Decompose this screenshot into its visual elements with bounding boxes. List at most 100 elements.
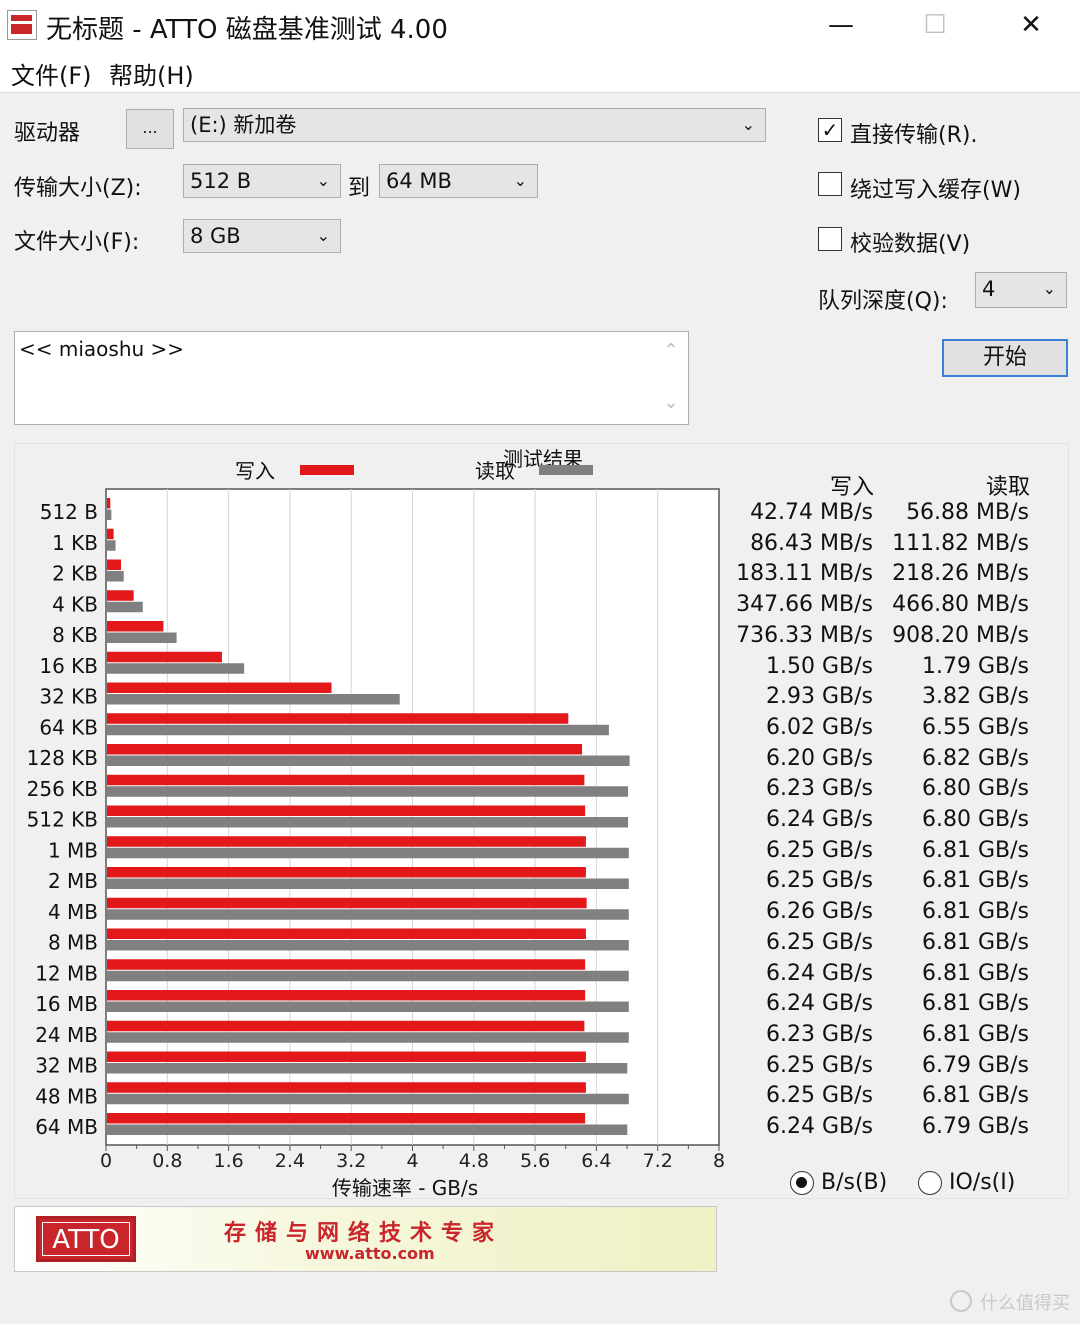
- watermark-text: 什么值得买: [980, 1293, 1070, 1314]
- x-tick-label: 0.8: [152, 1150, 182, 1172]
- drive-label: 驱动器: [14, 121, 81, 146]
- x-tick-label: 1.6: [213, 1150, 243, 1172]
- read-bar: [107, 509, 112, 520]
- read-result-value: 6.81 GB/s: [922, 899, 1029, 925]
- read-result-value: 111.82 MB/s: [892, 530, 1029, 556]
- file-size-select[interactable]: 8 GB ⌄: [183, 219, 341, 253]
- write-result-value: 6.24 GB/s: [766, 960, 873, 986]
- transfer-to-select[interactable]: 64 MB ⌄: [379, 164, 538, 198]
- write-result-value: 6.23 GB/s: [766, 776, 873, 802]
- legend-swatch: [300, 465, 354, 475]
- chevron-down-icon: ⌄: [316, 171, 330, 190]
- direct-io-checkbox[interactable]: ✓: [818, 118, 842, 142]
- read-bar: [107, 970, 629, 982]
- x-tick-label: 0: [100, 1150, 112, 1172]
- radio-dot: [796, 1177, 807, 1188]
- chevron-down-icon: ⌄: [1042, 279, 1056, 298]
- close-button[interactable]: ✕: [986, 0, 1076, 50]
- x-tick-label: 6.4: [581, 1150, 611, 1172]
- read-bar: [107, 632, 177, 643]
- x-tick-label: 4: [406, 1150, 418, 1172]
- banner-slogan: 存储与网络技术专家: [224, 1220, 504, 1246]
- y-category-label: 16 MB: [35, 992, 98, 1016]
- x-tick-label: 3.2: [336, 1150, 366, 1172]
- window-title: 无标题 - ATTO 磁盘基准测试 4.00: [46, 15, 448, 45]
- y-category-label: 256 KB: [27, 777, 98, 801]
- y-category-label: 8 KB: [52, 623, 98, 647]
- bytes-radio[interactable]: [790, 1171, 814, 1195]
- read-bar: [107, 755, 630, 766]
- read-result-value: 6.79 GB/s: [922, 1114, 1029, 1139]
- write-result-value: 6.24 GB/s: [766, 1114, 873, 1139]
- write-result-value: 6.20 GB/s: [766, 745, 873, 771]
- read-result-value: 6.82 GB/s: [922, 745, 1029, 771]
- banner-url[interactable]: www.atto.com: [305, 1244, 435, 1263]
- y-category-label: 4 KB: [52, 592, 98, 616]
- write-bar: [107, 897, 587, 909]
- atto-banner[interactable]: ATTO 存储与网络技术专家 www.atto.com: [14, 1206, 717, 1272]
- read-bar: [107, 786, 629, 797]
- queue-depth-value: 4: [982, 277, 996, 301]
- scroll-up-icon[interactable]: ⌃: [654, 340, 688, 361]
- write-bar: [107, 867, 586, 878]
- transfer-to-value: 64 MB: [386, 169, 452, 193]
- read-result-value: 6.81 GB/s: [922, 837, 1029, 863]
- read-result-value: 908.20 MB/s: [892, 622, 1029, 648]
- write-bar: [107, 990, 586, 1001]
- write-result-value: 6.24 GB/s: [766, 807, 873, 832]
- y-category-label: 24 MB: [35, 1023, 98, 1047]
- title-bar: 无标题 - ATTO 磁盘基准测试 4.00 — ☐ ✕: [0, 0, 1080, 50]
- description-scrollbar[interactable]: ⌃ ⌄: [654, 332, 688, 424]
- drive-select[interactable]: (E:) 新加卷 ⌄: [183, 108, 766, 142]
- description-textbox[interactable]: << miaoshu >> ⌃ ⌄: [14, 331, 689, 425]
- menu-help[interactable]: 帮助(H): [109, 56, 194, 91]
- verify-data-checkbox[interactable]: [818, 227, 842, 251]
- io-radio[interactable]: [918, 1171, 942, 1195]
- y-category-label: 12 MB: [35, 961, 98, 985]
- minimize-button[interactable]: —: [796, 0, 886, 50]
- write-bar: [107, 1113, 586, 1124]
- start-button[interactable]: 开始: [942, 339, 1068, 377]
- y-category-label: 8 MB: [48, 931, 98, 955]
- write-result-value: 2.93 GB/s: [766, 684, 873, 710]
- read-result-value: 6.55 GB/s: [922, 714, 1029, 740]
- queue-depth-select[interactable]: 4 ⌄: [975, 272, 1067, 308]
- read-bar: [107, 1001, 629, 1012]
- scroll-down-icon[interactable]: ⌄: [654, 392, 688, 413]
- menu-file[interactable]: 文件(F): [11, 56, 92, 91]
- read-result-value: 6.80 GB/s: [922, 807, 1029, 832]
- queue-depth-label: 队列深度(Q):: [818, 289, 948, 314]
- y-category-label: 64 KB: [39, 715, 98, 739]
- read-result-value: 6.81 GB/s: [922, 1083, 1029, 1109]
- write-bar: [107, 528, 114, 540]
- y-category-label: 2 KB: [52, 562, 98, 586]
- maximize-button[interactable]: ☐: [890, 0, 980, 50]
- write-bar: [107, 774, 585, 786]
- write-result-value: 6.25 GB/s: [766, 868, 873, 894]
- write-bar: [107, 559, 122, 570]
- browse-button[interactable]: ...: [126, 109, 174, 149]
- read-result-value: 6.81 GB/s: [922, 929, 1029, 955]
- read-result-value: 466.80 MB/s: [892, 592, 1029, 618]
- transfer-from-select[interactable]: 512 B ⌄: [183, 164, 341, 198]
- write-bar: [107, 682, 332, 693]
- write-result-value: 6.24 GB/s: [766, 991, 873, 1017]
- write-bar: [107, 805, 586, 816]
- chevron-down-icon: ⌄: [513, 171, 527, 190]
- description-text: << miaoshu >>: [19, 337, 185, 361]
- read-bar: [107, 1124, 628, 1135]
- bypass-cache-checkbox[interactable]: [818, 172, 842, 196]
- y-category-label: 32 MB: [35, 1054, 98, 1078]
- io-radio-label: IO/s(I): [949, 1170, 1016, 1195]
- x-tick-label: 8: [713, 1150, 725, 1172]
- results-chart: 0 0.8 1.6 2.4 3.2 4 4.8 5.6 6.4 7.2 8测试结果传输速率 - GB…: [27, 447, 725, 1200]
- y-category-label: 512 B: [40, 500, 98, 524]
- write-result-value: 183.11 MB/s: [736, 561, 873, 587]
- read-column-header: 读取: [986, 475, 1031, 500]
- write-bar: [107, 1082, 586, 1093]
- read-result-value: 6.81 GB/s: [922, 868, 1029, 894]
- results-panel: 0 0.8 1.6 2.4 3.2 4 4.8 5.6 6.4 7.2 8 测试结果 传输速率 - GB…: [14, 443, 1069, 1200]
- read-bar: [107, 540, 116, 551]
- write-bar: [107, 836, 586, 847]
- y-category-label: 48 MB: [35, 1084, 98, 1108]
